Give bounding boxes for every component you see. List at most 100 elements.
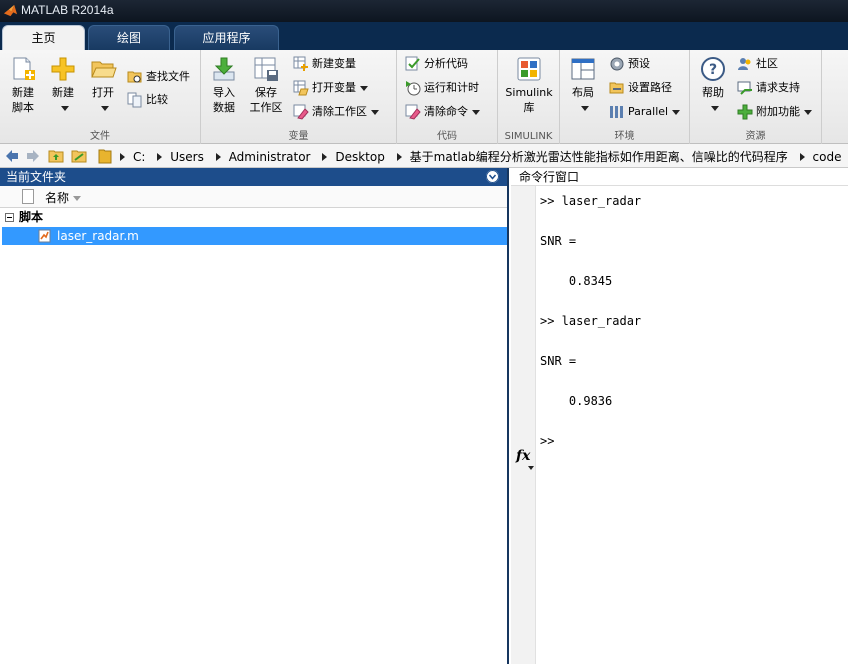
run-and-time-button[interactable]: 运行和计时 bbox=[405, 78, 479, 98]
import-data-button[interactable]: 导入 数据 bbox=[207, 55, 241, 115]
simulink-library-button[interactable]: Simulink 库 bbox=[502, 55, 556, 115]
layout-label: 布局 bbox=[572, 86, 594, 99]
clear-workspace-icon bbox=[293, 104, 309, 120]
function-browser-icon[interactable]: fx bbox=[516, 448, 530, 464]
group-label: 脚本 bbox=[19, 210, 44, 224]
tab-home[interactable]: 主页 bbox=[2, 25, 85, 50]
compare-icon bbox=[127, 92, 142, 108]
compare-button[interactable]: 比较 bbox=[127, 90, 168, 110]
chevron-down-icon bbox=[61, 105, 69, 111]
clear-workspace-label: 清除工作区 bbox=[312, 105, 367, 118]
breadcrumb-item-users[interactable]: Users bbox=[170, 150, 204, 164]
simulink-library-icon bbox=[517, 57, 541, 81]
new-variable-icon bbox=[293, 56, 308, 71]
chevron-right-icon bbox=[799, 153, 805, 161]
chevron-down-icon[interactable] bbox=[528, 466, 534, 470]
current-folder-panel: 当前文件夹 名称 脚本 laser_radar.m bbox=[0, 168, 509, 664]
save-workspace-label: 保存 工作区 bbox=[249, 86, 283, 114]
preferences-button[interactable]: 预设 bbox=[609, 54, 650, 74]
breadcrumb-item-administrator[interactable]: Administrator bbox=[229, 150, 311, 164]
community-button[interactable]: 社区 bbox=[737, 54, 778, 74]
current-folder-title: 当前文件夹 bbox=[6, 170, 67, 184]
up-folder-icon[interactable] bbox=[48, 148, 64, 164]
chevron-down-icon bbox=[711, 105, 719, 111]
chevron-down-icon bbox=[472, 109, 480, 115]
file-row[interactable]: laser_radar.m bbox=[2, 227, 507, 245]
clear-commands-label: 清除命令 bbox=[424, 105, 468, 118]
breadcrumb-item-desktop[interactable]: Desktop bbox=[335, 150, 385, 164]
new-script-icon bbox=[13, 57, 35, 80]
new-variable-label: 新建变量 bbox=[312, 57, 356, 70]
parallel-button[interactable]: Parallel bbox=[609, 102, 681, 122]
current-folder-header: 当前文件夹 bbox=[0, 168, 507, 186]
title-bar: MATLAB R2014a bbox=[0, 0, 848, 22]
command-prompt[interactable]: >> bbox=[540, 434, 554, 448]
request-support-label: 请求支持 bbox=[756, 81, 800, 94]
new-button[interactable]: 新建 bbox=[46, 55, 80, 115]
request-support-button[interactable]: 请求支持 bbox=[737, 78, 800, 98]
save-workspace-button[interactable]: 保存 工作区 bbox=[247, 55, 285, 115]
variable-group-label: 变量 bbox=[288, 131, 309, 142]
file-name: laser_radar.m bbox=[57, 229, 139, 243]
clear-commands-button[interactable]: 清除命令 bbox=[405, 102, 480, 122]
chevron-right-icon bbox=[215, 153, 221, 161]
clear-workspace-button[interactable]: 清除工作区 bbox=[293, 102, 379, 122]
find-files-button[interactable]: 查找文件 bbox=[127, 67, 190, 87]
command-output-line: SNR = bbox=[540, 234, 577, 248]
open-button[interactable]: 打开 bbox=[86, 55, 120, 115]
resources-group: ? 帮助 社区 请求支持 附加功能 资源 bbox=[690, 50, 822, 144]
folder-icon bbox=[98, 149, 112, 164]
tab-apps[interactable]: 应用程序 bbox=[174, 25, 279, 50]
open-label: 打开 bbox=[92, 86, 114, 99]
tab-plots[interactable]: 绘图 bbox=[88, 25, 170, 50]
breadcrumb-item-drive[interactable]: C: bbox=[133, 150, 145, 164]
new-script-button[interactable]: 新建 脚本 bbox=[6, 55, 40, 115]
panel-options-icon[interactable] bbox=[486, 170, 499, 183]
help-label: 帮助 bbox=[702, 86, 724, 99]
code-group-label: 代码 bbox=[437, 131, 457, 142]
open-variable-icon bbox=[293, 80, 309, 96]
addons-plus-icon bbox=[737, 104, 753, 120]
command-output-line: SNR = bbox=[540, 354, 577, 368]
new-label: 新建 bbox=[52, 86, 74, 99]
chevron-down-icon bbox=[672, 109, 681, 115]
column-header: 名称 bbox=[0, 186, 507, 208]
new-script-label: 新建 脚本 bbox=[12, 86, 34, 114]
group-row-scripts[interactable]: 脚本 bbox=[0, 208, 507, 227]
chevron-right-icon bbox=[396, 153, 402, 161]
resources-group-label: 资源 bbox=[745, 131, 766, 142]
set-path-button[interactable]: 设置路径 bbox=[609, 78, 672, 98]
help-button[interactable]: ? 帮助 bbox=[696, 55, 730, 115]
back-arrow-icon[interactable] bbox=[4, 148, 20, 164]
command-output-line: 0.8345 bbox=[540, 274, 613, 288]
m-file-icon bbox=[38, 229, 51, 243]
clear-commands-icon bbox=[405, 104, 421, 120]
addons-button[interactable]: 附加功能 bbox=[737, 102, 812, 122]
command-line: >> laser_radar bbox=[540, 194, 642, 208]
toolstrip-tabs: 主页 绘图 应用程序 bbox=[0, 22, 848, 50]
set-path-label: 设置路径 bbox=[628, 81, 672, 94]
layout-icon bbox=[571, 58, 595, 80]
chevron-right-icon bbox=[157, 153, 163, 161]
parallel-icon bbox=[610, 106, 623, 118]
breadcrumb-item-project[interactable]: 基于matlab编程分析激光雷达性能指标如作用距离、信噪比的代码程序 bbox=[410, 150, 788, 164]
sort-chevron-icon bbox=[73, 196, 82, 201]
name-column-header[interactable]: 名称 bbox=[45, 189, 82, 206]
find-files-label: 查找文件 bbox=[146, 70, 190, 83]
window-title: MATLAB R2014a bbox=[21, 3, 114, 17]
compare-label: 比较 bbox=[146, 93, 168, 106]
simulink-library-label: Simulink 库 bbox=[505, 86, 553, 114]
breadcrumb-item-code[interactable]: code bbox=[813, 150, 842, 164]
browse-folder-icon[interactable] bbox=[71, 148, 87, 164]
layout-button[interactable]: 布局 bbox=[566, 55, 600, 115]
file-group: 新建 脚本 新建 打开 查找文件 比较 文件 bbox=[0, 50, 201, 144]
open-variable-button[interactable]: 打开变量 bbox=[293, 78, 368, 98]
addons-label: 附加功能 bbox=[756, 105, 800, 118]
forward-arrow-icon[interactable] bbox=[25, 148, 41, 164]
run-and-time-icon bbox=[406, 81, 421, 96]
new-variable-button[interactable]: 新建变量 bbox=[293, 54, 356, 74]
collapse-toggle-icon[interactable] bbox=[5, 213, 14, 222]
analyze-code-button[interactable]: 分析代码 bbox=[405, 54, 468, 74]
command-window[interactable]: 命令行窗口 fx >> laser_radar SNR = 0.8345 >> … bbox=[511, 168, 848, 664]
svg-text:?: ? bbox=[709, 62, 717, 78]
